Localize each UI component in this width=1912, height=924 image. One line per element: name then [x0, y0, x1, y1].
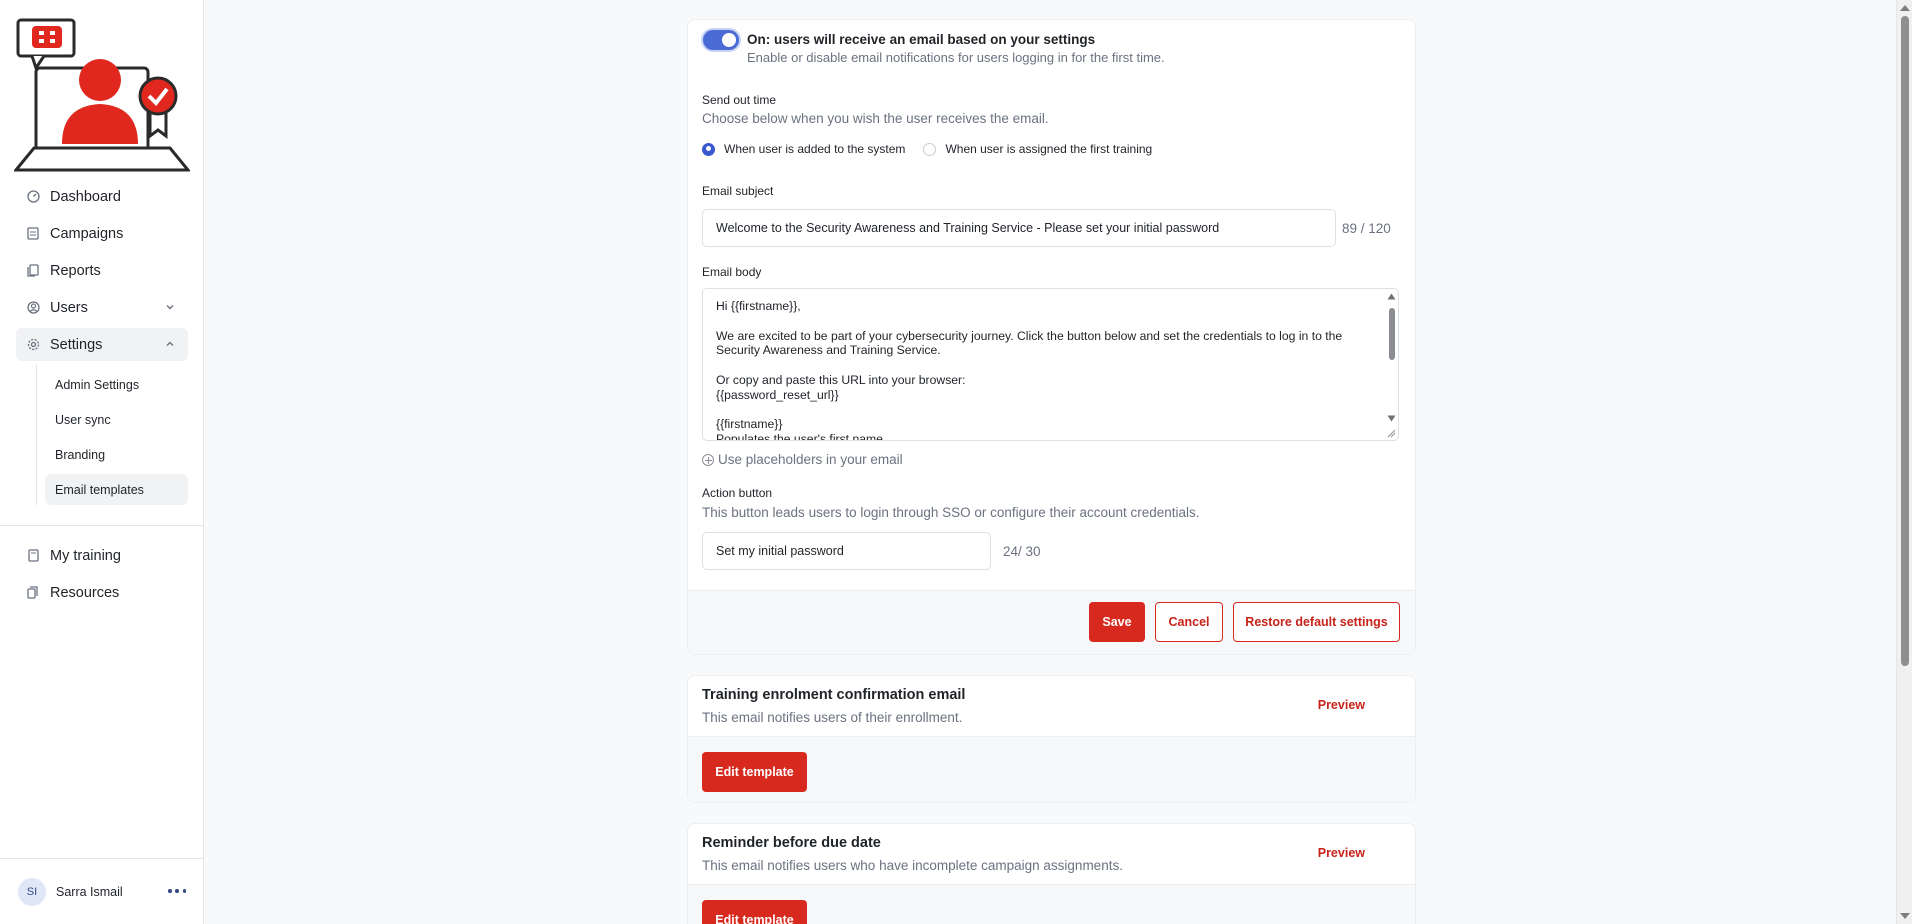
email-subject-label: Email subject [702, 184, 774, 198]
sidebar-item-label: Reports [50, 262, 101, 279]
user-name: Sarra Ismail [56, 884, 123, 899]
action-button-label: Action button [702, 486, 773, 500]
action-button-hint: This button leads users to login through… [702, 505, 1200, 520]
sidebar-item-label: Resources [50, 584, 120, 601]
template-card-footer: Edit template [688, 884, 1415, 924]
sidebar-item-label: Dashboard [50, 188, 121, 205]
scroll-up-icon[interactable] [1387, 293, 1396, 300]
template-card-training-enrolment: Training enrolment confirmation email Th… [687, 675, 1416, 803]
users-icon [26, 301, 40, 315]
reports-icon [26, 264, 40, 278]
restore-default-settings-button[interactable]: Restore default settings [1233, 602, 1400, 642]
scroll-down-icon[interactable] [1900, 913, 1910, 919]
avatar: SI [18, 877, 46, 906]
form-footer: Save Cancel Restore default settings [688, 590, 1415, 654]
sidebar-item-label: Campaigns [50, 225, 124, 242]
resources-icon [26, 586, 40, 600]
email-body-label: Email body [702, 265, 762, 279]
settings-icon [26, 338, 40, 352]
action-button-char-counter: 24/ 30 [1003, 544, 1041, 559]
sidebar-divider [0, 525, 204, 526]
main-nav: Dashboard Campaigns Reports Users Settin… [16, 180, 188, 509]
template-card-reminder-before-due: Reminder before due date This email noti… [687, 823, 1416, 924]
toggle-title: On: users will receive an email based on… [747, 32, 1096, 47]
sidebar-item-campaigns[interactable]: Campaigns [16, 217, 188, 250]
send-out-time-options: When user is added to the system When us… [702, 142, 1152, 156]
sidebar-item-dashboard[interactable]: Dashboard [16, 180, 188, 213]
sidebar-subitem-branding[interactable]: Branding [45, 439, 188, 470]
sidebar-item-my-training[interactable]: My training [16, 539, 188, 572]
campaigns-icon [26, 227, 40, 241]
radio-label: When user is added to the system [724, 142, 906, 156]
more-options-icon[interactable] [168, 883, 186, 899]
sidebar-item-label: My training [50, 547, 121, 564]
email-subject-input[interactable]: Welcome to the Security Awareness and Tr… [702, 209, 1336, 247]
textarea-scrollbar[interactable] [1386, 290, 1397, 440]
sidebar-item-resources[interactable]: Resources [16, 576, 188, 609]
radio-added-to-system[interactable] [702, 142, 715, 156]
chevron-up-icon[interactable] [164, 338, 176, 350]
send-out-time-label: Send out time [702, 93, 777, 107]
sidebar-item-label: Users [50, 299, 88, 316]
sidebar-item-reports[interactable]: Reports [16, 254, 188, 287]
settings-subnav: Admin Settings User sync Branding Email … [36, 365, 188, 505]
scroll-down-icon[interactable] [1387, 415, 1396, 422]
sidebar-subitem-email-templates[interactable]: Email templates [45, 474, 188, 505]
cancel-button[interactable]: Cancel [1155, 602, 1223, 642]
secondary-nav: My training Resources [16, 539, 188, 613]
template-description: This email notifies users who have incom… [702, 858, 1123, 873]
training-icon [26, 549, 40, 563]
use-placeholders-label: Use placeholders in your email [718, 452, 903, 467]
radio-label: When user is assigned the first training [945, 142, 1153, 156]
edit-template-button[interactable]: Edit template [702, 900, 807, 924]
sidebar-item-label: Settings [50, 336, 103, 353]
scrollbar-thumb[interactable] [1389, 308, 1395, 360]
page-scrollbar-thumb[interactable] [1901, 16, 1909, 666]
action-button-text-input[interactable]: Set my initial password [702, 532, 991, 570]
sidebar-subitem-user-sync[interactable]: User sync [45, 404, 188, 435]
preview-link[interactable]: Preview [1318, 698, 1365, 712]
dashboard-icon [26, 190, 40, 204]
sidebar-subitem-admin-settings[interactable]: Admin Settings [45, 369, 188, 400]
first-login-email-settings: On: users will receive an email based on… [687, 19, 1416, 655]
email-notifications-toggle[interactable] [703, 30, 739, 50]
scroll-up-icon[interactable] [1900, 5, 1910, 11]
template-title: Reminder before due date [702, 835, 881, 851]
email-body-text: Hi {{firstname}}, We are excited to be p… [716, 299, 1343, 441]
template-title: Training enrolment confirmation email [702, 687, 966, 703]
template-description: This email notifies users of their enrol… [702, 710, 963, 725]
sidebar: Dashboard Campaigns Reports Users Settin… [0, 0, 204, 924]
template-card-footer: Edit template [688, 736, 1415, 802]
use-placeholders-link[interactable]: Use placeholders in your email [702, 452, 903, 467]
chevron-down-icon[interactable] [164, 301, 176, 313]
send-out-time-hint: Choose below when you wish the user rece… [702, 111, 1049, 126]
subject-char-counter: 89 / 120 [1342, 221, 1391, 236]
preview-link[interactable]: Preview [1318, 846, 1365, 860]
security-awareness-logo [14, 18, 190, 172]
radio-first-training[interactable] [923, 142, 937, 156]
user-profile[interactable]: SI Sarra Ismail [0, 858, 204, 924]
save-button[interactable]: Save [1089, 602, 1145, 642]
edit-template-button[interactable]: Edit template [702, 752, 807, 792]
page-scrollbar[interactable] [1896, 0, 1912, 924]
plus-circle-icon [702, 453, 714, 466]
resize-handle-icon[interactable] [1387, 429, 1396, 438]
email-body-textarea[interactable]: Hi {{firstname}}, We are excited to be p… [702, 288, 1399, 441]
toggle-description: Enable or disable email notifications fo… [747, 50, 1165, 65]
sidebar-item-users[interactable]: Users [16, 291, 188, 324]
sidebar-item-settings[interactable]: Settings [16, 328, 188, 361]
